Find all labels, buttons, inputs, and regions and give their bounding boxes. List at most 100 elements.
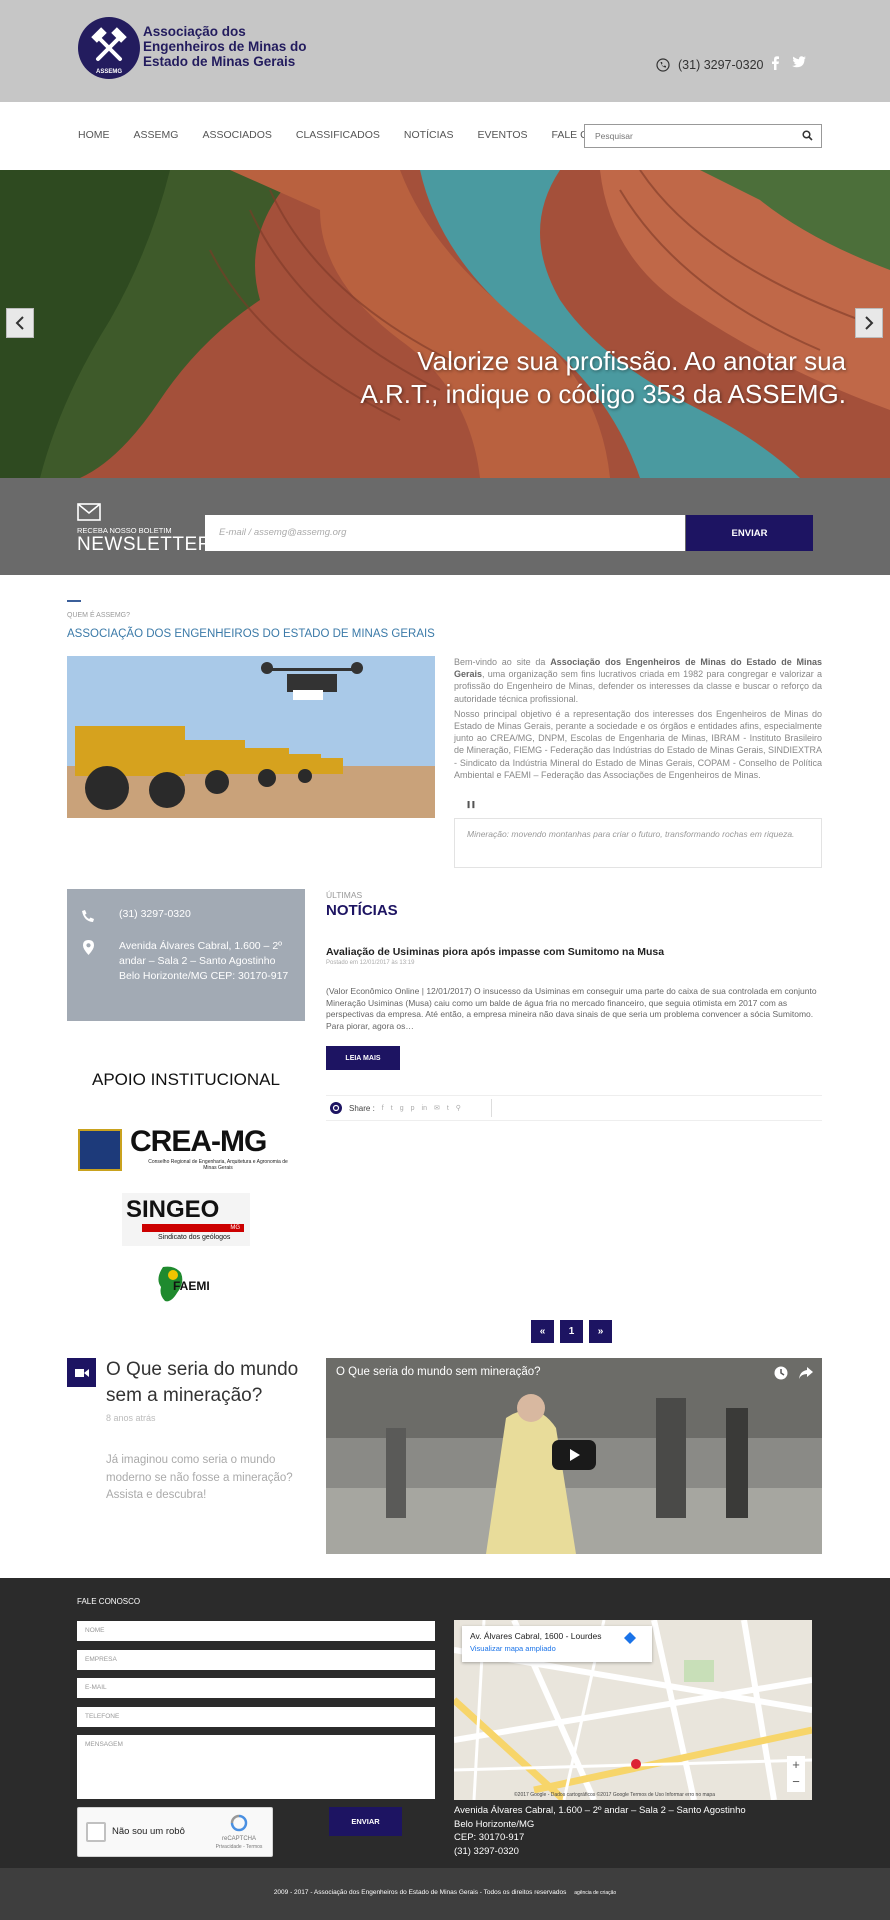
slider-prev-button[interactable] [6,308,34,338]
recaptcha-checkbox[interactable] [86,1822,106,1842]
google-plus-icon[interactable]: g [400,1105,404,1112]
contact-box: (31) 3297-0320 Avenida Álvares Cabral, 1… [67,889,305,1021]
about-p1-suffix: , uma organização sem fins lucrativos cr… [454,669,822,704]
footer-phone: (31) 3297-0320 [454,1845,519,1857]
phone-icon [82,910,94,922]
about-p1-prefix: Bem-vindo ao site da [454,657,551,667]
recaptcha-label: Não sou um robô [112,1826,185,1837]
contact-submit-button[interactable]: ENVIAR [329,1807,402,1836]
facebook-icon[interactable]: f [382,1105,384,1112]
recaptcha-logo: reCAPTCHA Privacidade - Termos [214,1814,264,1851]
email-icon[interactable]: ✉ [434,1104,440,1112]
chevron-left-icon [15,316,24,330]
pinterest-icon[interactable]: p [411,1105,415,1112]
copyright-text: 2009 - 2017 - Associação dos Engenheiros… [0,1889,890,1896]
contact-address: Avenida Álvares Cabral, 1.600 – 2º andar… [119,940,289,982]
faemi-logo[interactable]: FAEMI [155,1265,221,1307]
header-phone: (31) 3297-0320 [656,58,763,72]
slider-next-button[interactable] [855,308,883,338]
about-text: Bem-vindo ao site da Associação dos Enge… [454,656,822,784]
social-links [770,56,806,70]
twitter-icon[interactable]: t [391,1105,393,1112]
video-title[interactable]: O Que seria do mundo sem a mineração? [106,1357,306,1409]
read-more-button[interactable]: LEIA MAIS [326,1046,400,1070]
faemi-name: FAEMI [173,1279,210,1293]
video-camera-icon [67,1358,96,1387]
video-player-title: O Que seria do mundo sem mineração? [336,1366,541,1378]
pagination-prev-button[interactable]: « [531,1320,554,1343]
news-article-title[interactable]: Avaliação de Usiminas piora após impasse… [326,946,664,958]
hero-slider[interactable]: Valorize sua profissão. Ao anotar sua A.… [0,170,890,478]
hero-mine-image [0,170,890,478]
about-quote-text: Mineração: movendo montanhas para criar … [467,829,795,839]
logo-badge-text: ASSEMG [95,69,122,75]
watch-later-icon[interactable] [774,1366,788,1380]
nav-item-assemg[interactable]: ASSEMG [134,129,179,141]
about-quote: " Mineração: movendo montanhas para cria… [454,799,822,868]
singeo-subtitle: Sindicato dos geólogos [158,1234,231,1241]
video-date: 8 anos atrás [106,1413,156,1423]
newsletter-title: NEWSLETTER [77,534,212,555]
video-player[interactable]: O Que seria do mundo sem mineração? [326,1358,822,1554]
about-image [67,656,435,818]
recaptcha-links[interactable]: Privacidade - Termos [214,1843,264,1851]
twitter-icon[interactable] [792,56,806,68]
newsletter-submit-button[interactable]: ENVIAR [686,515,813,551]
copyright-notice: 2009 - 2017 - Associação dos Engenheiros… [273,1889,567,1896]
tumblr-icon[interactable]: t [447,1105,449,1112]
hero-caption: Valorize sua profissão. Ao anotar sua A.… [146,345,846,411]
share-label: Share : [349,1103,375,1113]
search-icon[interactable] [802,130,813,141]
recaptcha-icon [230,1814,248,1832]
name-field[interactable]: NOME [77,1621,435,1641]
map-enlarge-link[interactable]: Visualizar mapa ampliado [470,1644,644,1653]
about-title: ASSOCIAÇÃO DOS ENGENHEIROS DO ESTADO DE … [67,628,435,640]
phone-field[interactable]: TELEFONE [77,1707,435,1727]
chevron-right-icon [865,316,874,330]
link-icon[interactable]: ⚲ [456,1104,461,1112]
share-bar: Share : f t g p in ✉ t ⚲ [326,1095,822,1121]
map-zoom-controls[interactable]: + − [787,1756,805,1792]
drone-trucks-image [67,656,435,818]
footer-address: Avenida Álvares Cabral, 1.600 – 2º andar… [454,1804,746,1858]
news-small-label: ÚLTIMAS [326,890,363,900]
pagination-page-1[interactable]: 1 [560,1320,583,1343]
play-icon [570,1449,580,1461]
news-pagination: « 1 » [531,1320,612,1343]
crossed-hammers-icon [91,27,127,61]
nav-item-associados[interactable]: ASSOCIADOS [202,129,271,141]
nav-item-eventos[interactable]: EVENTOS [478,129,528,141]
envelope-icon [77,503,101,521]
site-logo-text[interactable]: Associação dos Engenheiros de Minas do E… [143,24,333,69]
news-article-date: Postado em 12/01/2017 às 13:19 [326,960,415,966]
message-field[interactable]: MENSAGEM [77,1735,435,1799]
crea-mg-logo[interactable]: CREA-MG Conselho Regional de Engenharia,… [78,1125,294,1175]
share-icon [330,1102,342,1114]
logo-line: Engenheiros de Minas do [143,39,307,54]
crea-mg-name: CREA-MG [130,1125,267,1158]
linkedin-icon[interactable]: in [422,1105,427,1112]
search-input[interactable] [585,125,785,147]
company-field[interactable]: EMPRESA [77,1650,435,1670]
newsletter-email-input[interactable]: E-mail / assemg@assemg.org [205,515,685,551]
singeo-logo[interactable]: SINGEO MG Sindicato dos geólogos [122,1193,250,1246]
map-credits: ©2017 Google - Dados cartográficos ©2017… [514,1792,715,1798]
facebook-icon[interactable] [770,56,780,70]
email-field[interactable]: E-MAIL [77,1678,435,1698]
directions-icon[interactable] [624,1632,636,1644]
news-heading: NOTÍCIAS [326,902,398,919]
about-subtitle: QUEM É ASSEMG? [67,612,131,619]
google-map[interactable]: Av. Álvares Cabral, 1600 - Lourdes Visua… [454,1620,812,1800]
nav-item-home[interactable]: HOME [78,129,110,141]
header-phone-number: (31) 3297-0320 [678,58,764,72]
pagination-next-button[interactable]: » [589,1320,612,1343]
singeo-mg: MG [142,1224,244,1232]
share-arrow-icon[interactable] [798,1366,813,1380]
agency-credit[interactable]: agência de criação [574,1890,616,1896]
logo-emblem[interactable]: ASSEMG [78,17,140,79]
quote-mark-icon: " [465,797,477,827]
nav-item-noticias[interactable]: NOTÍCIAS [404,129,454,141]
nav-item-classificados[interactable]: CLASSIFICADOS [296,129,380,141]
footer-contact-title: FALE CONOSCO [77,1597,141,1606]
video-play-button[interactable] [552,1440,596,1470]
